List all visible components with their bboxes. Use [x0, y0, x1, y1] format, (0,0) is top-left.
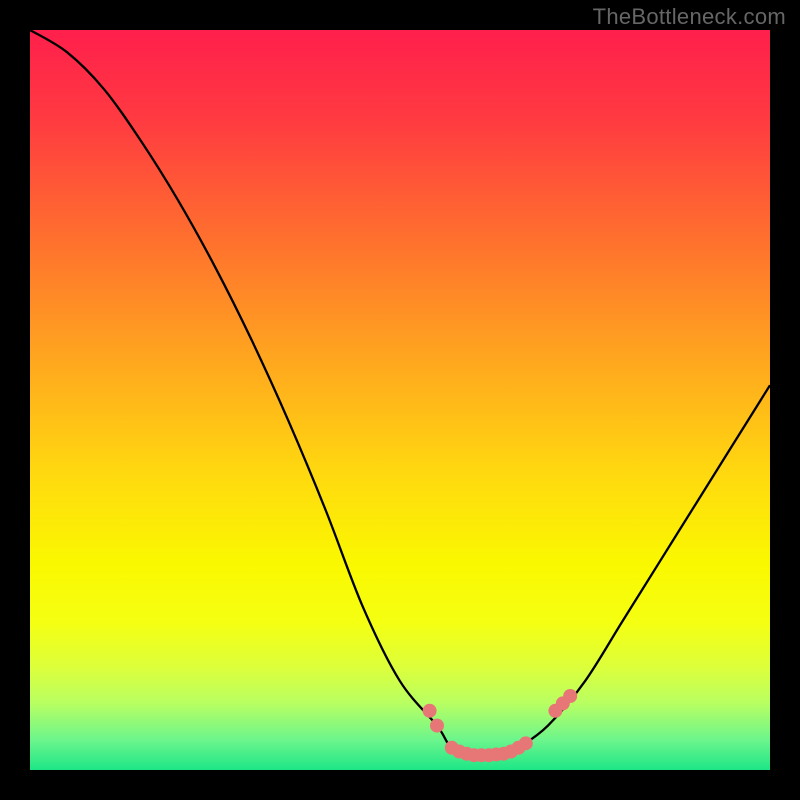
watermark-text: TheBottleneck.com — [593, 4, 786, 30]
chart-marker — [423, 704, 437, 718]
chart-marker — [430, 719, 444, 733]
chart-marker — [563, 689, 577, 703]
chart-stage: TheBottleneck.com — [0, 0, 800, 800]
bottleneck-chart — [30, 30, 770, 770]
chart-marker — [519, 736, 533, 750]
